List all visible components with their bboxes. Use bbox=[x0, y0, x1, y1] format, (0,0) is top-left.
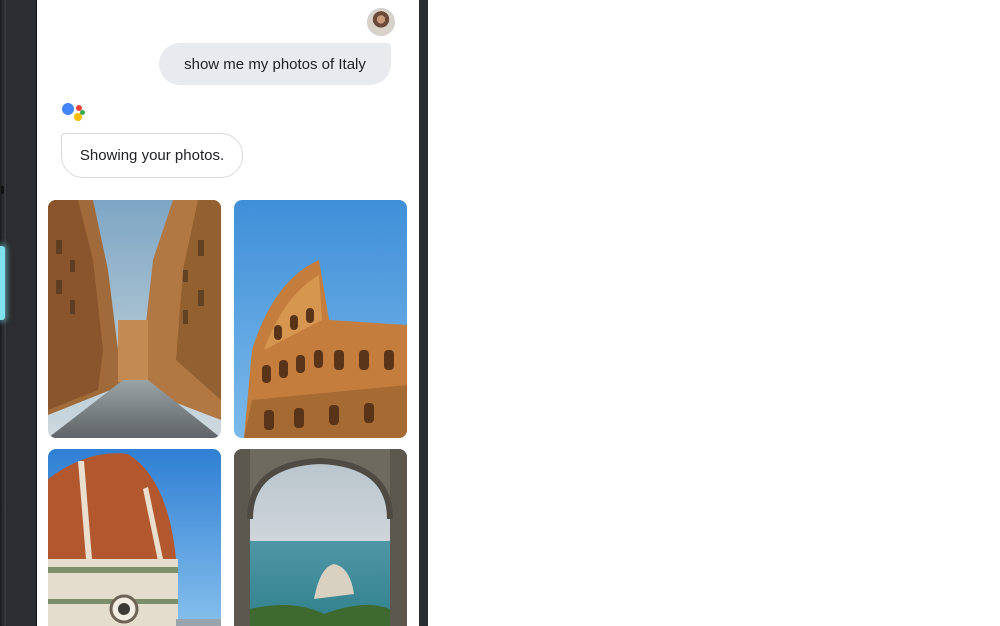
photo-colosseum[interactable] bbox=[234, 200, 407, 438]
photo-sea-arch[interactable] bbox=[234, 449, 407, 626]
photo-cathedral-dome[interactable] bbox=[48, 449, 221, 626]
side-sensor bbox=[1, 186, 4, 194]
google-assistant-icon bbox=[61, 101, 91, 127]
assistant-screen: show me my photos of Italy Showing your … bbox=[36, 0, 419, 626]
phone-device: show me my photos of Italy Showing your … bbox=[0, 0, 430, 626]
assistant-message-text: Showing your photos. bbox=[79, 147, 225, 164]
user-message-bubble: show me my photos of Italy bbox=[159, 43, 391, 85]
user-message-text: show me my photos of Italy bbox=[184, 55, 366, 73]
user-avatar[interactable] bbox=[367, 8, 395, 36]
assistant-message-bubble: Showing your photos. bbox=[61, 133, 243, 178]
side-button-glow[interactable] bbox=[0, 246, 5, 320]
photo-narrow-street[interactable] bbox=[48, 200, 221, 438]
